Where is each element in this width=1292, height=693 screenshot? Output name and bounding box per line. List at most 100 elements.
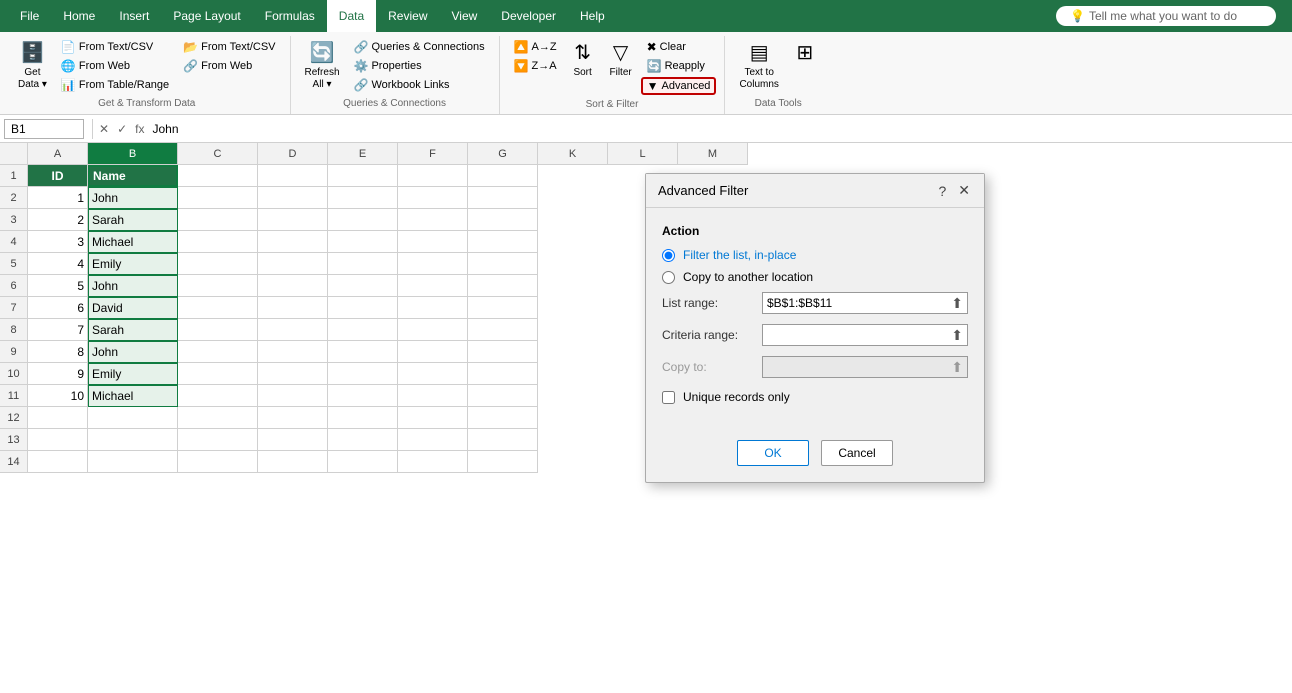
cell-a9[interactable]: 8 (28, 341, 88, 363)
tell-me-box[interactable]: 💡 Tell me what you want to do (1056, 6, 1276, 26)
cell-b13[interactable] (88, 429, 178, 451)
get-data-button[interactable]: 🗄️ GetData ▾ (12, 38, 53, 94)
formula-input[interactable] (150, 120, 1288, 138)
text-to-columns-button[interactable]: ▤ Text toColumns (733, 38, 784, 94)
cell-b6[interactable]: John (88, 275, 178, 297)
cell-g14[interactable] (468, 451, 538, 473)
cell-d12[interactable] (258, 407, 328, 429)
data-tools-extra-button[interactable]: ⊞ (787, 38, 823, 94)
cell-e4[interactable] (328, 231, 398, 253)
cell-d7[interactable] (258, 297, 328, 319)
dialog-help-button[interactable]: ? (936, 183, 948, 199)
cell-e12[interactable] (328, 407, 398, 429)
file-menu-button[interactable]: File (8, 0, 51, 32)
unique-records-label[interactable]: Unique records only (683, 390, 790, 404)
radio-copy-location-label[interactable]: Copy to another location (683, 270, 813, 284)
cell-c11[interactable] (178, 385, 258, 407)
cell-d9[interactable] (258, 341, 328, 363)
cell-e6[interactable] (328, 275, 398, 297)
cell-g7[interactable] (468, 297, 538, 319)
cell-b9[interactable]: John (88, 341, 178, 363)
cell-g12[interactable] (468, 407, 538, 429)
ok-button[interactable]: OK (737, 440, 809, 466)
cell-f13[interactable] (398, 429, 468, 451)
cell-d8[interactable] (258, 319, 328, 341)
cell-c12[interactable] (178, 407, 258, 429)
menu-page-layout[interactable]: Page Layout (161, 0, 252, 32)
cancel-formula-icon[interactable]: ✕ (97, 120, 111, 138)
cell-d3[interactable] (258, 209, 328, 231)
cell-a3[interactable]: 2 (28, 209, 88, 231)
cell-b5[interactable]: Emily (88, 253, 178, 275)
cell-a1[interactable]: ID (28, 165, 88, 187)
cancel-button[interactable]: Cancel (821, 440, 893, 466)
cell-f3[interactable] (398, 209, 468, 231)
sort-button[interactable]: ⇅ Sort (565, 38, 601, 94)
recent-sources-button[interactable]: 📂 From Text/CSV (177, 38, 281, 56)
col-header-a[interactable]: A (28, 143, 88, 165)
clear-button[interactable]: ✖ Clear (641, 38, 717, 56)
cell-g9[interactable] (468, 341, 538, 363)
cell-g8[interactable] (468, 319, 538, 341)
menu-review[interactable]: Review (376, 0, 439, 32)
cell-b8[interactable]: Sarah (88, 319, 178, 341)
cell-a4[interactable]: 3 (28, 231, 88, 253)
cell-d4[interactable] (258, 231, 328, 253)
cell-f12[interactable] (398, 407, 468, 429)
col-header-l[interactable]: L (608, 143, 678, 165)
cell-e8[interactable] (328, 319, 398, 341)
workbook-links-button[interactable]: 🔗 Workbook Links (348, 76, 491, 94)
cell-d13[interactable] (258, 429, 328, 451)
cell-b1[interactable]: Name (88, 165, 178, 187)
cell-a14[interactable] (28, 451, 88, 473)
col-header-b[interactable]: B (88, 143, 178, 165)
sort-az-button[interactable]: 🔼 A→Z (508, 38, 563, 56)
col-header-d[interactable]: D (258, 143, 328, 165)
cell-f9[interactable] (398, 341, 468, 363)
filter-button[interactable]: ▽ Filter (603, 38, 639, 94)
cell-e2[interactable] (328, 187, 398, 209)
cell-f11[interactable] (398, 385, 468, 407)
cell-c6[interactable] (178, 275, 258, 297)
cell-c1[interactable] (178, 165, 258, 187)
criteria-range-collapse-button[interactable]: ⬆ (951, 327, 963, 344)
cell-b3[interactable]: Sarah (88, 209, 178, 231)
cell-d5[interactable] (258, 253, 328, 275)
list-range-collapse-button[interactable]: ⬆ (951, 295, 963, 312)
menu-help[interactable]: Help (568, 0, 617, 32)
cell-e9[interactable] (328, 341, 398, 363)
cell-a5[interactable]: 4 (28, 253, 88, 275)
cell-f14[interactable] (398, 451, 468, 473)
cell-e10[interactable] (328, 363, 398, 385)
cell-f4[interactable] (398, 231, 468, 253)
cell-d11[interactable] (258, 385, 328, 407)
cell-e13[interactable] (328, 429, 398, 451)
confirm-formula-icon[interactable]: ✓ (115, 120, 129, 138)
cell-d6[interactable] (258, 275, 328, 297)
cell-a2[interactable]: 1 (28, 187, 88, 209)
cell-c14[interactable] (178, 451, 258, 473)
cell-f5[interactable] (398, 253, 468, 275)
cell-g6[interactable] (468, 275, 538, 297)
cell-d10[interactable] (258, 363, 328, 385)
cell-a7[interactable]: 6 (28, 297, 88, 319)
cell-a13[interactable] (28, 429, 88, 451)
menu-home[interactable]: Home (51, 0, 107, 32)
radio-filter-inplace[interactable] (662, 249, 675, 262)
cell-b10[interactable]: Emily (88, 363, 178, 385)
insert-function-icon[interactable]: fx (133, 120, 146, 138)
cell-e3[interactable] (328, 209, 398, 231)
cell-a11[interactable]: 10 (28, 385, 88, 407)
cell-f6[interactable] (398, 275, 468, 297)
cell-c4[interactable] (178, 231, 258, 253)
from-web-button[interactable]: 🌐 From Web (55, 57, 175, 75)
cell-g4[interactable] (468, 231, 538, 253)
cell-c5[interactable] (178, 253, 258, 275)
from-table-range-button[interactable]: 📊 From Table/Range (55, 76, 175, 94)
cell-f7[interactable] (398, 297, 468, 319)
sort-za-button[interactable]: 🔽 Z→A (508, 57, 563, 75)
cell-a6[interactable]: 5 (28, 275, 88, 297)
cell-e11[interactable] (328, 385, 398, 407)
cell-b12[interactable] (88, 407, 178, 429)
cell-g10[interactable] (468, 363, 538, 385)
